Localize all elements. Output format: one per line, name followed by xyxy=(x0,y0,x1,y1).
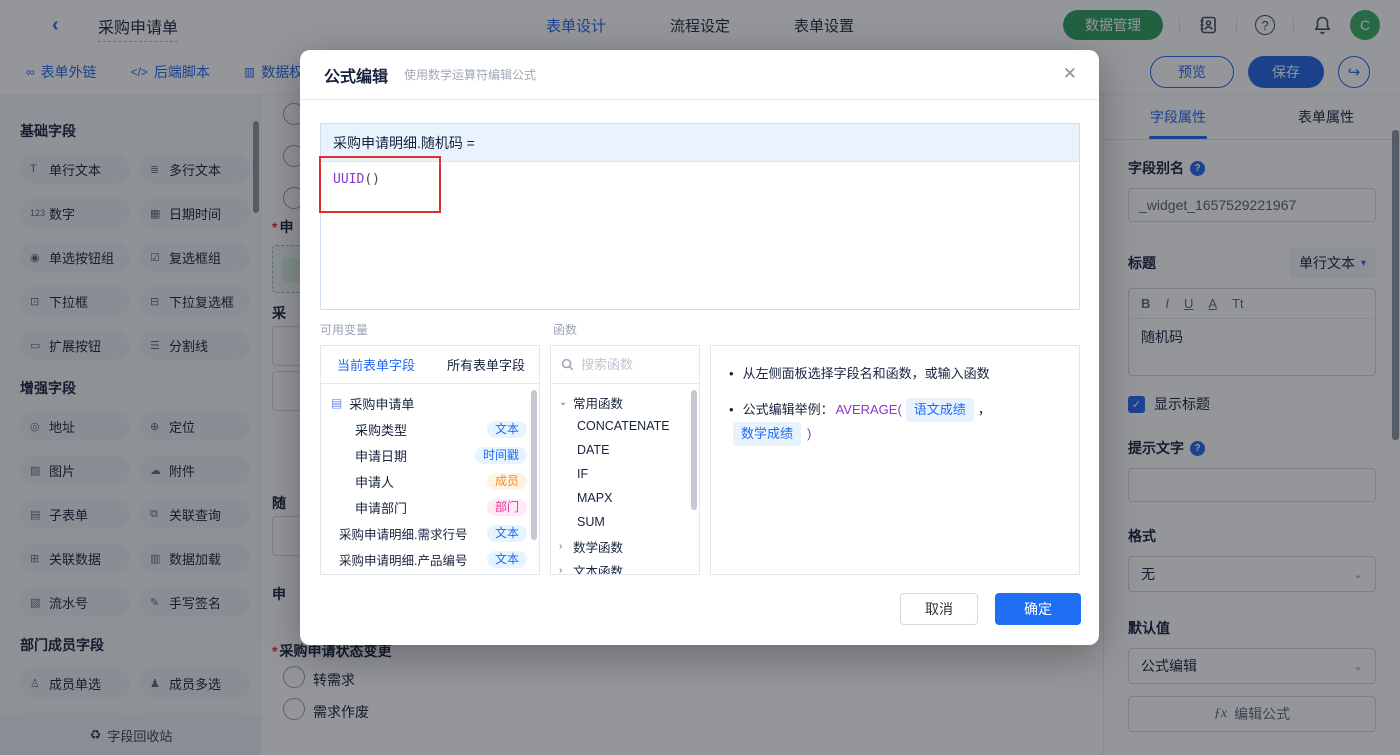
tip-line-1: 从左侧面板选择字段名和函数，或输入函数 xyxy=(729,362,1061,386)
tree-root-label: 采购申请单 xyxy=(349,396,415,412)
type-badge: 文本 xyxy=(486,550,527,568)
variable-row[interactable]: 采购申请明细.需求行号 文本 xyxy=(321,520,539,546)
tip-field-chip: 数学成绩 xyxy=(733,422,802,446)
modal-header: 公式编辑 使用数学运算符编辑公式 ✕ xyxy=(300,50,1099,100)
chevron-right-icon: › xyxy=(559,564,563,575)
formula-editor-box: 采购申请明细.随机码 = UUID() xyxy=(320,123,1080,310)
function-item[interactable]: SUM xyxy=(551,510,699,534)
variable-name: 采购申请明细.产品编号 xyxy=(339,553,468,568)
formula-edit-modal: 公式编辑 使用数学运算符编辑公式 ✕ 采购申请明细.随机码 = UUID() 可… xyxy=(300,50,1099,645)
variable-tree: ▤ 采购申请单 采购类型 文本 申请日期 时间戳 申请人 成员 申请部门 部门 采购申请明… xyxy=(321,384,539,572)
cancel-button[interactable]: 取消 xyxy=(900,593,978,625)
tip-prefix: 公式编辑举例： xyxy=(742,402,834,417)
modal-subtitle: 使用数学运算符编辑公式 xyxy=(404,68,537,82)
chevron-right-icon: › xyxy=(559,540,563,552)
variable-row[interactable]: 采购类型 文本 xyxy=(321,416,539,442)
group-label: 常用函数 xyxy=(573,396,624,411)
variable-row[interactable]: 采购申请明细.产品编号 文本 xyxy=(321,546,539,572)
variable-name: 申请日期 xyxy=(355,448,408,464)
function-item[interactable]: DATE xyxy=(551,438,699,462)
variable-row[interactable]: 申请部门 部门 xyxy=(321,494,539,520)
type-badge: 文本 xyxy=(486,420,527,438)
function-item[interactable]: IF xyxy=(551,462,699,486)
functions-scrollbar[interactable] xyxy=(691,390,697,510)
form-doc-icon: ▤ xyxy=(331,396,343,410)
modal-title: 公式编辑 xyxy=(324,68,389,86)
tree-root-row[interactable]: ▤ 采购申请单 xyxy=(321,390,539,416)
annotation-red-rectangle xyxy=(319,156,441,213)
group-label: 数学函数 xyxy=(573,540,624,555)
close-icon[interactable]: ✕ xyxy=(1063,64,1077,84)
type-badge: 文本 xyxy=(486,524,527,542)
function-group-text[interactable]: › 文本函数 xyxy=(551,558,699,575)
tip-close-paren: ) xyxy=(807,426,812,441)
variable-tabs: 当前表单字段 所有表单字段 xyxy=(321,346,539,384)
function-group-common[interactable]: ⌄ 常用函数 xyxy=(551,390,699,414)
group-label: 文本函数 xyxy=(573,564,624,575)
app-root: ‹ 采购申请单 表单设计 流程设定 表单设置 数据管理 ? C ∞ 表单外链 <… xyxy=(0,0,1400,755)
function-group-math[interactable]: › 数学函数 xyxy=(551,534,699,558)
tip-line-2: 公式编辑举例： AVERAGE( 语文成绩 ， 数学成绩 ) xyxy=(729,398,1061,446)
function-search-input[interactable] xyxy=(581,357,681,372)
confirm-button[interactable]: 确定 xyxy=(995,593,1081,625)
tip-function-name: AVERAGE( xyxy=(835,402,902,417)
variable-name: 申请人 xyxy=(355,474,395,490)
tab-all-form-fields[interactable]: 所有表单字段 xyxy=(447,355,525,374)
functions-pane-label: 函数 xyxy=(553,323,578,337)
variable-row[interactable]: 申请人 成员 xyxy=(321,468,539,494)
tips-pane: 从左侧面板选择字段名和函数，或输入函数 公式编辑举例： AVERAGE( 语文成… xyxy=(710,345,1080,575)
chevron-down-icon: ⌄ xyxy=(559,396,568,408)
tip-field-chip: 语文成绩 xyxy=(905,398,974,422)
function-tree: ⌄ 常用函数 CONCATENATE DATE IF MAPX SUM › 数学函数… xyxy=(551,384,699,575)
variables-pane-label: 可用变量 xyxy=(320,323,369,337)
search-icon xyxy=(561,358,574,371)
type-badge: 成员 xyxy=(486,472,527,490)
variable-row[interactable]: 申请日期 时间戳 xyxy=(321,442,539,468)
variable-name: 采购类型 xyxy=(355,422,408,438)
function-search xyxy=(551,346,699,384)
type-badge: 时间戳 xyxy=(474,446,527,464)
variables-pane: 当前表单字段 所有表单字段 ▤ 采购申请单 采购类型 文本 申请日期 时间戳 申请人成… xyxy=(320,345,540,575)
variables-scrollbar[interactable] xyxy=(531,390,537,540)
variable-name: 采购申请明细.需求行号 xyxy=(339,527,468,542)
functions-pane: ⌄ 常用函数 CONCATENATE DATE IF MAPX SUM › 数学函数… xyxy=(550,345,700,575)
function-item[interactable]: MAPX xyxy=(551,486,699,510)
variable-name: 申请部门 xyxy=(355,500,408,516)
tab-current-form-fields[interactable]: 当前表单字段 xyxy=(337,355,415,374)
function-item[interactable]: CONCATENATE xyxy=(551,414,699,438)
tip-comma: ， xyxy=(977,402,991,417)
type-badge: 部门 xyxy=(486,498,527,516)
